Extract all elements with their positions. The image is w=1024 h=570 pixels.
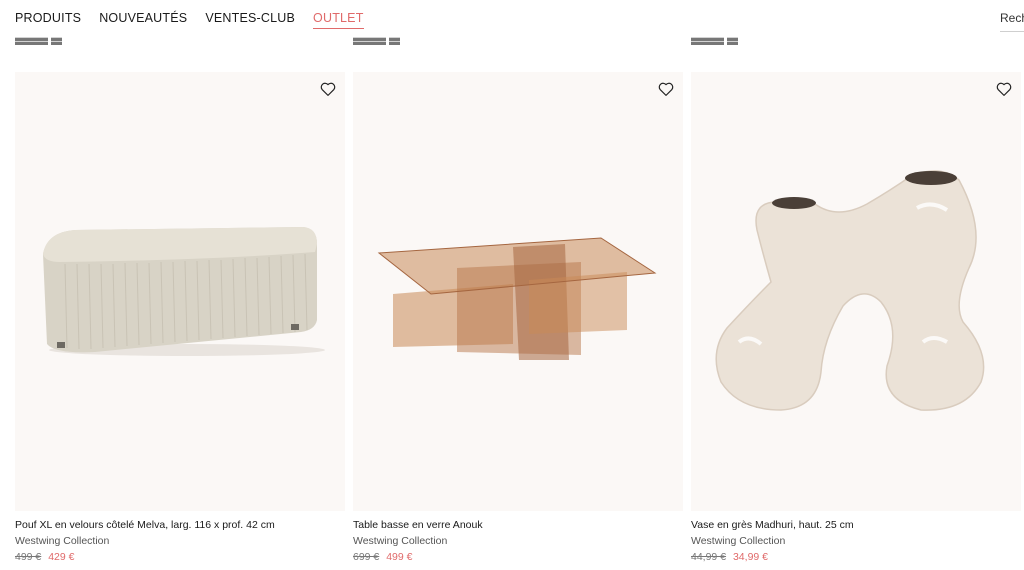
search-input[interactable]: Rech <box>1000 11 1024 32</box>
glass-table-illustration <box>377 237 657 360</box>
sale-price: 429 € <box>48 551 75 563</box>
cut-price-2: ▬▬▬ ▬ ▬▬▬ ▬ <box>353 36 401 46</box>
product-card[interactable]: Pouf XL en velours côtelé Melva, larg. 1… <box>15 72 345 570</box>
product-price: 699 € 499 € <box>353 551 412 563</box>
nav-item-ventes-club[interactable]: VENTES-CLUB <box>205 11 295 29</box>
heart-icon[interactable] <box>657 80 675 98</box>
product-image-coffee-table[interactable] <box>353 72 683 511</box>
nav-item-produits[interactable]: PRODUITS <box>15 11 81 29</box>
sale-price: 499 € <box>386 551 413 563</box>
product-brand: Westwing Collection <box>15 535 110 547</box>
product-image-vase[interactable] <box>691 72 1021 511</box>
product-brand: Westwing Collection <box>691 535 786 547</box>
cut-price-1: ▬▬▬ ▬ ▬▬▬ ▬ <box>15 36 63 46</box>
heart-icon[interactable] <box>319 80 337 98</box>
ottoman-illustration <box>43 227 325 356</box>
product-image-ottoman[interactable] <box>15 72 345 511</box>
old-price: 499 € <box>15 551 42 563</box>
product-price: 44,99 € 34,99 € <box>691 551 768 563</box>
nav-item-outlet[interactable]: OUTLET <box>313 11 364 29</box>
product-title[interactable]: Pouf XL en velours côtelé Melva, larg. 1… <box>15 519 275 531</box>
cut-price-3: ▬▬▬ ▬ ▬▬▬ ▬ <box>691 36 739 46</box>
vase-illustration <box>715 170 985 411</box>
sale-price: 34,99 € <box>732 551 769 563</box>
top-navigation: PRODUITS NOUVEAUTÉS VENTES-CLUB OUTLET R… <box>0 0 1024 36</box>
product-brand: Westwing Collection <box>353 535 448 547</box>
old-price: 699 € <box>353 551 380 563</box>
product-title[interactable]: Vase en grès Madhuri, haut. 25 cm <box>691 519 854 531</box>
product-title[interactable]: Table basse en verre Anouk <box>353 519 483 531</box>
main-nav: PRODUITS NOUVEAUTÉS VENTES-CLUB OUTLET <box>15 11 364 29</box>
heart-icon[interactable] <box>995 80 1013 98</box>
cut-off-previous-row: ▬▬▬ ▬ ▬▬▬ ▬ ▬▬▬ ▬ ▬▬▬ ▬ ▬▬▬ ▬ ▬▬▬ ▬ <box>0 36 1024 48</box>
nav-item-nouveautes[interactable]: NOUVEAUTÉS <box>99 11 187 29</box>
product-card[interactable]: Vase en grès Madhuri, haut. 25 cm Westwi… <box>691 72 1021 570</box>
product-price: 499 € 429 € <box>15 551 74 563</box>
product-card[interactable]: Table basse en verre Anouk Westwing Coll… <box>353 72 683 570</box>
old-price: 44,99 € <box>691 551 727 563</box>
